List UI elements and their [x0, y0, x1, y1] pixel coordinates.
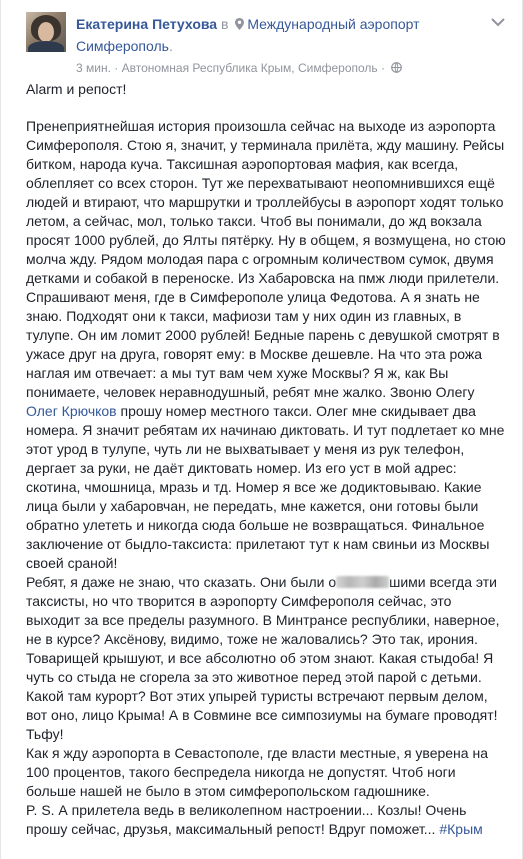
avatar-shoulders [28, 41, 64, 52]
post-time[interactable]: 3 мин. [76, 61, 111, 75]
avatar-face [38, 22, 54, 42]
post-location[interactable]: Автономная Республика Крым, Симферополь [122, 61, 378, 75]
mention-link[interactable]: Олег Крючков [26, 403, 117, 419]
paragraph-1-part-b: прошу номер местного такси. Олег мне ски… [26, 403, 505, 571]
paragraph-4-text: P. S. А прилетела ведь в великолепном на… [26, 802, 467, 837]
author-name[interactable]: Екатерина Петухова [76, 16, 217, 32]
meta-separator: · [110, 61, 122, 75]
map-pin-icon [235, 18, 245, 30]
author-avatar[interactable] [26, 12, 66, 52]
post-headline: Alarm и репост! [26, 81, 127, 97]
paragraph-2-part-b: шими всегда эти таксисты, но что творитс… [26, 574, 500, 742]
checkin-preposition: в [217, 16, 233, 32]
post-paragraph-4: P. S. А прилетела ведь в великолепном на… [26, 801, 506, 839]
place-suffix: . [168, 38, 173, 54]
paragraph-1-part-a: Пренеприятнейшая история произошла сейча… [26, 118, 506, 400]
post-paragraph-3: Как я жду аэропорта в Севастополе, где в… [26, 745, 488, 799]
paragraph-2-part-a: Ребят, я даже не знаю, что сказать. Они … [26, 574, 337, 590]
chevron-down-icon[interactable] [490, 16, 506, 28]
post-paragraph-1: Пренеприятнейшая история произошла сейча… [26, 117, 506, 573]
globe-icon[interactable] [391, 62, 403, 73]
author-line: Екатерина Петухова в Международный аэроп… [76, 13, 476, 57]
post-body: Alarm и репост! Пренеприятнейшая история… [26, 80, 506, 839]
hashtag-link[interactable]: #Крым [439, 821, 482, 837]
blurred-word [336, 576, 390, 588]
facebook-post: Екатерина Петухова в Международный аэроп… [0, 0, 523, 859]
post-meta: 3 мин. · Автономная Республика Крым, Сим… [76, 61, 403, 75]
meta-separator-2: · [377, 61, 389, 75]
post-header: Екатерина Петухова в Международный аэроп… [26, 8, 510, 75]
post-paragraph-2: Ребят, я даже не знаю, что сказать. Они … [26, 573, 506, 744]
